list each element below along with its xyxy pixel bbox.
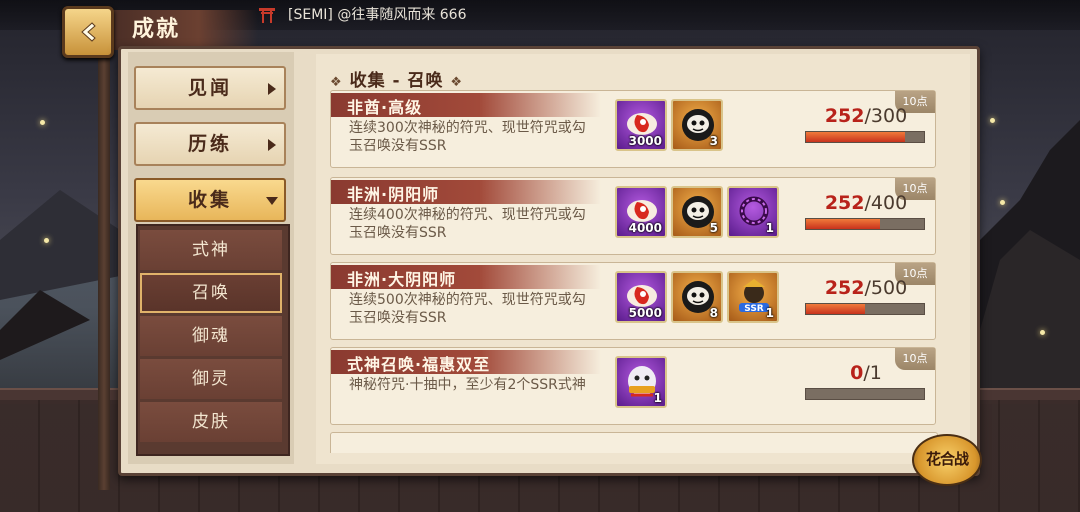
progress-current: 0: [850, 362, 864, 384]
progress-bar-fill: [806, 132, 906, 142]
progress-text: 252/300: [801, 105, 931, 127]
firefly-dot: [44, 238, 49, 243]
achievement-card[interactable]: 非洲·大阴阳师 连续500次神秘的符咒、现世符咒或勾玉召唤没有SSR 10点 5000…: [330, 262, 936, 340]
chevron-right-icon: [268, 139, 276, 151]
achievement-description: 连续500次神秘的符咒、现世符咒或勾玉召唤没有SSR: [349, 292, 586, 326]
category-jianwen-button[interactable]: 见闻: [134, 66, 286, 110]
progress-total: /400: [864, 192, 908, 214]
firefly-dot: [40, 120, 45, 125]
subcategory-pifu[interactable]: 皮肤: [140, 402, 282, 442]
reward-item[interactable]: 1: [727, 186, 779, 238]
reward-count: 5: [709, 221, 718, 235]
reward-count: 3000: [628, 134, 662, 148]
reward-count: 1: [765, 306, 774, 320]
back-button[interactable]: [62, 6, 114, 58]
torii-icon: [259, 8, 275, 23]
progress-bar: [805, 218, 925, 230]
subcategory-shishen[interactable]: 式神: [140, 230, 282, 270]
category-shouji-button[interactable]: 收集: [134, 178, 286, 222]
chevron-left-icon: [81, 22, 96, 42]
reward-count: 4000: [628, 221, 662, 235]
reward-item[interactable]: 5000: [615, 271, 667, 323]
achievement-description: 神秘符咒·十抽中，至少有2个SSR式神: [349, 377, 586, 393]
progress-text: 0/1: [801, 362, 931, 384]
reward-item[interactable]: 4000: [615, 186, 667, 238]
reward-count: 1: [765, 221, 774, 235]
reward-item[interactable]: 3: [671, 99, 723, 151]
diamond-ornament-icon: ❖: [330, 75, 343, 90]
hanafuda-battle-button[interactable]: 花合战: [912, 434, 982, 486]
progress-current: 252: [824, 277, 865, 299]
subcategory-yuhun[interactable]: 御魂: [140, 316, 282, 356]
achievement-card[interactable]: 式神召唤·福惠双至 神秘符咒·十抽中，至少有2个SSR式神 10点 1 0/1: [330, 347, 936, 425]
section-title-text: 收集 - 召唤: [349, 71, 444, 91]
achievement-title: 非酋·高级: [347, 98, 423, 117]
progress-bar: [805, 131, 925, 143]
achievement-description: 连续300次神秘的符咒、现世符咒或勾玉召唤没有SSR: [349, 120, 586, 154]
firefly-dot: [1040, 330, 1045, 335]
svg-text:SSR: SSR: [744, 304, 764, 314]
achievement-description: 连续400次神秘的符咒、现世符咒或勾玉召唤没有SSR: [349, 207, 586, 241]
achievement-title: 式神召唤·福惠双至: [347, 355, 491, 374]
achievement-card[interactable]: 非洲·阴阳师 连续400次神秘的符咒、现世符咒或勾玉召唤没有SSR 10点 4000 5…: [330, 177, 936, 255]
page-title: 成就: [110, 10, 258, 50]
reward-count: 5000: [628, 306, 662, 320]
subcategory-yuling[interactable]: 御灵: [140, 359, 282, 399]
achievement-title: 非洲·大阴阳师: [347, 270, 457, 289]
category-label: 见闻: [187, 77, 232, 99]
category-label: 历练: [187, 133, 232, 155]
reward-item[interactable]: 5: [671, 186, 723, 238]
section-title: ❖ 收集 - 召唤 ❖: [330, 66, 463, 91]
chat-message[interactable]: [SEMI] @往事随风而来 666: [288, 6, 467, 24]
subcategory-zhaohuan[interactable]: 召唤: [140, 273, 282, 313]
reward-item[interactable]: 3000: [615, 99, 667, 151]
progress-total: /300: [864, 105, 908, 127]
progress-total: /500: [864, 277, 908, 299]
achievement-card-partial: [330, 432, 938, 453]
progress-bar-fill: [806, 304, 866, 314]
reward-count: 3: [709, 134, 718, 148]
reward-count: 8: [709, 306, 718, 320]
progress-total: /1: [863, 362, 882, 384]
reward-item[interactable]: 1: [615, 356, 667, 408]
category-label: 收集: [187, 189, 232, 211]
progress-text: 252/500: [801, 277, 931, 299]
firefly-dot: [1000, 200, 1005, 205]
category-lilian-button[interactable]: 历练: [134, 122, 286, 166]
progress-current: 252: [824, 105, 865, 127]
progress-bar: [805, 388, 925, 400]
firefly-dot: [990, 118, 995, 123]
progress-current: 252: [824, 192, 865, 214]
chevron-down-icon: [266, 197, 278, 205]
reward-item[interactable]: SSR 1: [727, 271, 779, 323]
achievement-title: 非洲·阴阳师: [347, 185, 440, 204]
lantern-post: [98, 40, 110, 490]
progress-text: 252/400: [801, 192, 931, 214]
chevron-right-icon: [268, 83, 276, 95]
achievement-card[interactable]: 非酋·高级 连续300次神秘的符咒、现世符咒或勾玉召唤没有SSR 10点 3000 3 2…: [330, 90, 936, 168]
diamond-ornament-icon: ❖: [450, 75, 464, 90]
progress-bar: [805, 303, 925, 315]
progress-bar-fill: [806, 219, 881, 229]
reward-count: 1: [653, 391, 662, 405]
reward-item[interactable]: 8: [671, 271, 723, 323]
